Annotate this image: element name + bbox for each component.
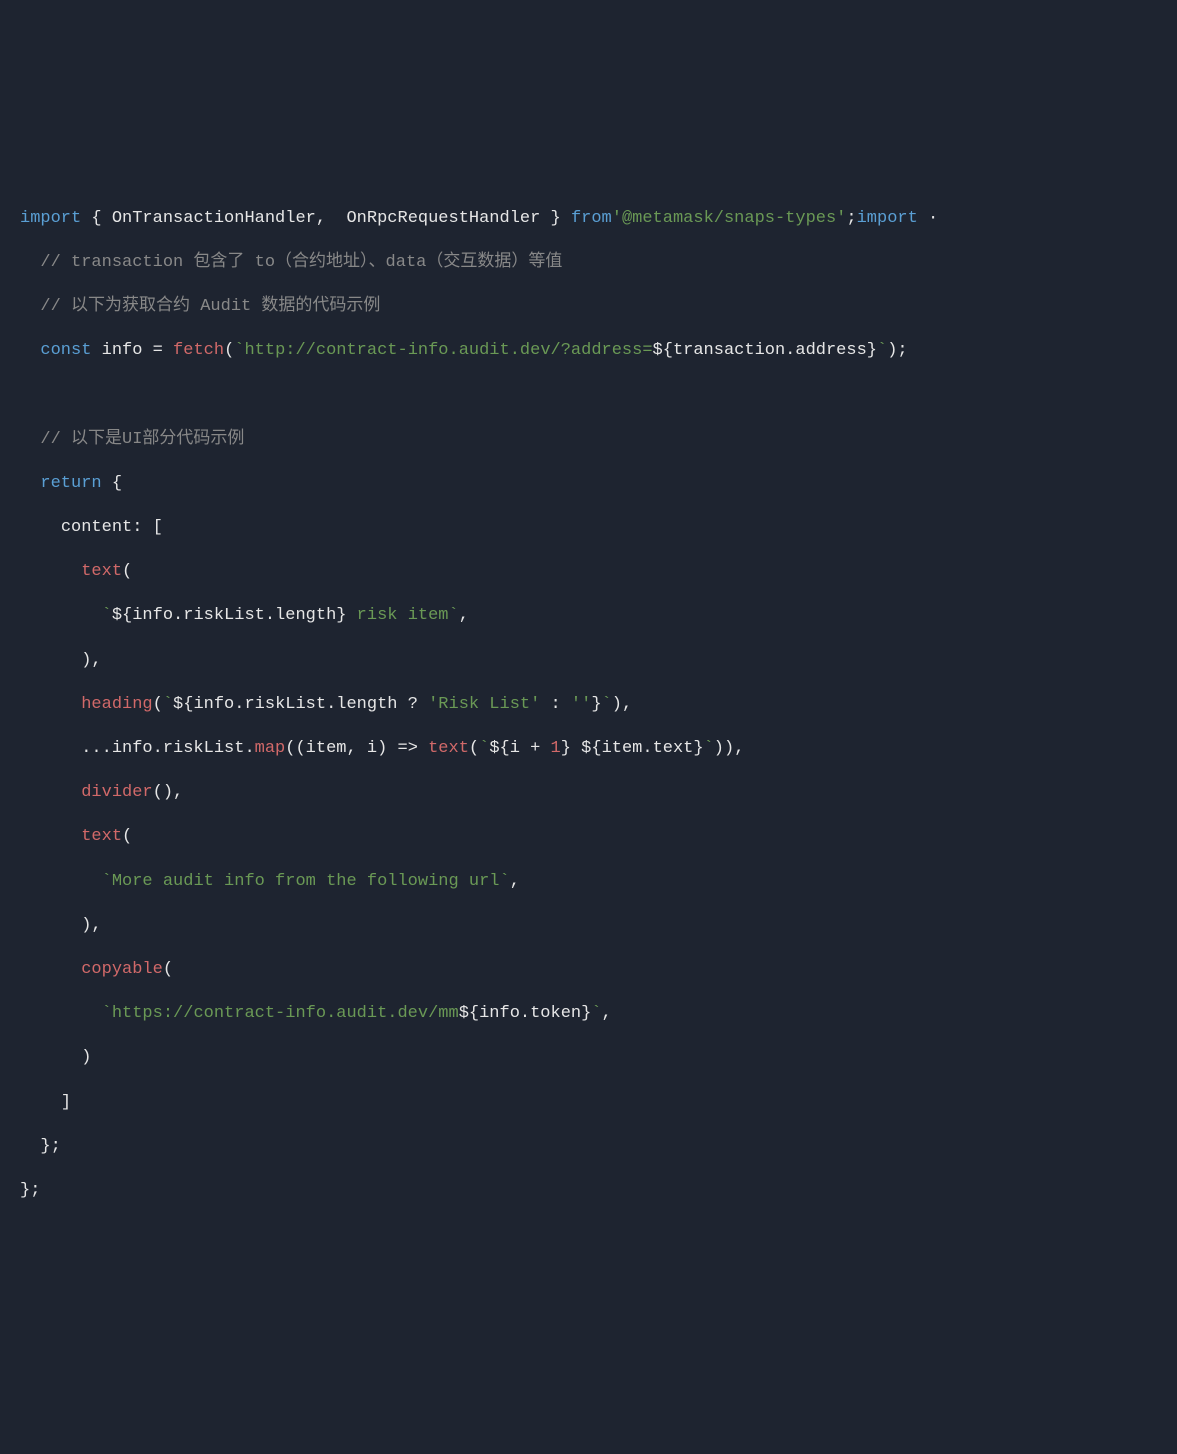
comment: // 以下为获取合约 Audit 数据的代码示例 xyxy=(40,297,380,316)
code-line-13: divider(), xyxy=(20,783,183,802)
code-line-12: ...info.riskList.map((item, i) => text(`… xyxy=(20,739,744,758)
code-line-11: heading(`${info.riskList.length ? 'Risk … xyxy=(20,695,632,714)
code-line-5: // 以下是UI部分代码示例 xyxy=(20,430,244,449)
function-call: divider xyxy=(81,783,152,802)
function-call: fetch xyxy=(173,341,224,360)
string-literal: '@metamask/snaps-types' xyxy=(612,209,847,228)
code-line-19: ) xyxy=(20,1048,91,1067)
code-line-4: const info = fetch(`http://contract-info… xyxy=(20,341,908,360)
code-line-22: }; xyxy=(20,1181,40,1200)
code-line-1: import { OnTransactionHandler, OnRpcRequ… xyxy=(20,209,938,228)
keyword-return: return xyxy=(40,474,101,493)
code-line-7: content: [ xyxy=(20,518,163,537)
code-line-15: `More audit info from the following url`… xyxy=(20,872,520,891)
function-call: text xyxy=(81,562,122,581)
keyword-import: import xyxy=(20,209,81,228)
keyword-const: const xyxy=(40,341,91,360)
template-url: https://contract-info.audit.dev/mm xyxy=(112,1004,459,1023)
function-call: copyable xyxy=(81,960,163,979)
code-line-17: copyable( xyxy=(20,960,173,979)
code-line-2: // transaction 包含了 to（合约地址）、data（交互数据）等值 xyxy=(20,253,562,272)
function-call: text xyxy=(428,739,469,758)
code-line-8: text( xyxy=(20,562,132,581)
comment: // 以下是UI部分代码示例 xyxy=(40,430,244,449)
code-editor[interactable]: import { OnTransactionHandler, OnRpcRequ… xyxy=(20,197,1157,1213)
code-line-3: // 以下为获取合约 Audit 数据的代码示例 xyxy=(20,297,380,316)
code-line-14: text( xyxy=(20,827,132,846)
code-line-16: ), xyxy=(20,916,102,935)
function-call: heading xyxy=(81,695,152,714)
function-call: text xyxy=(81,827,122,846)
code-line-9: `${info.riskList.length} risk item`, xyxy=(20,606,469,625)
template-string: More audit info from the following url xyxy=(112,872,500,891)
code-line-6: return { xyxy=(20,474,122,493)
code-line-18: `https://contract-info.audit.dev/mm${inf… xyxy=(20,1004,612,1023)
comment: // transaction 包含了 to（合约地址）、data（交互数据）等值 xyxy=(40,253,562,272)
keyword-from: from xyxy=(571,209,612,228)
template-url: http://contract-info.audit.dev/?address= xyxy=(244,341,652,360)
code-line-10: ), xyxy=(20,651,102,670)
code-line-20: ] xyxy=(20,1093,71,1112)
function-call: map xyxy=(255,739,286,758)
code-line-21: }; xyxy=(20,1137,61,1156)
